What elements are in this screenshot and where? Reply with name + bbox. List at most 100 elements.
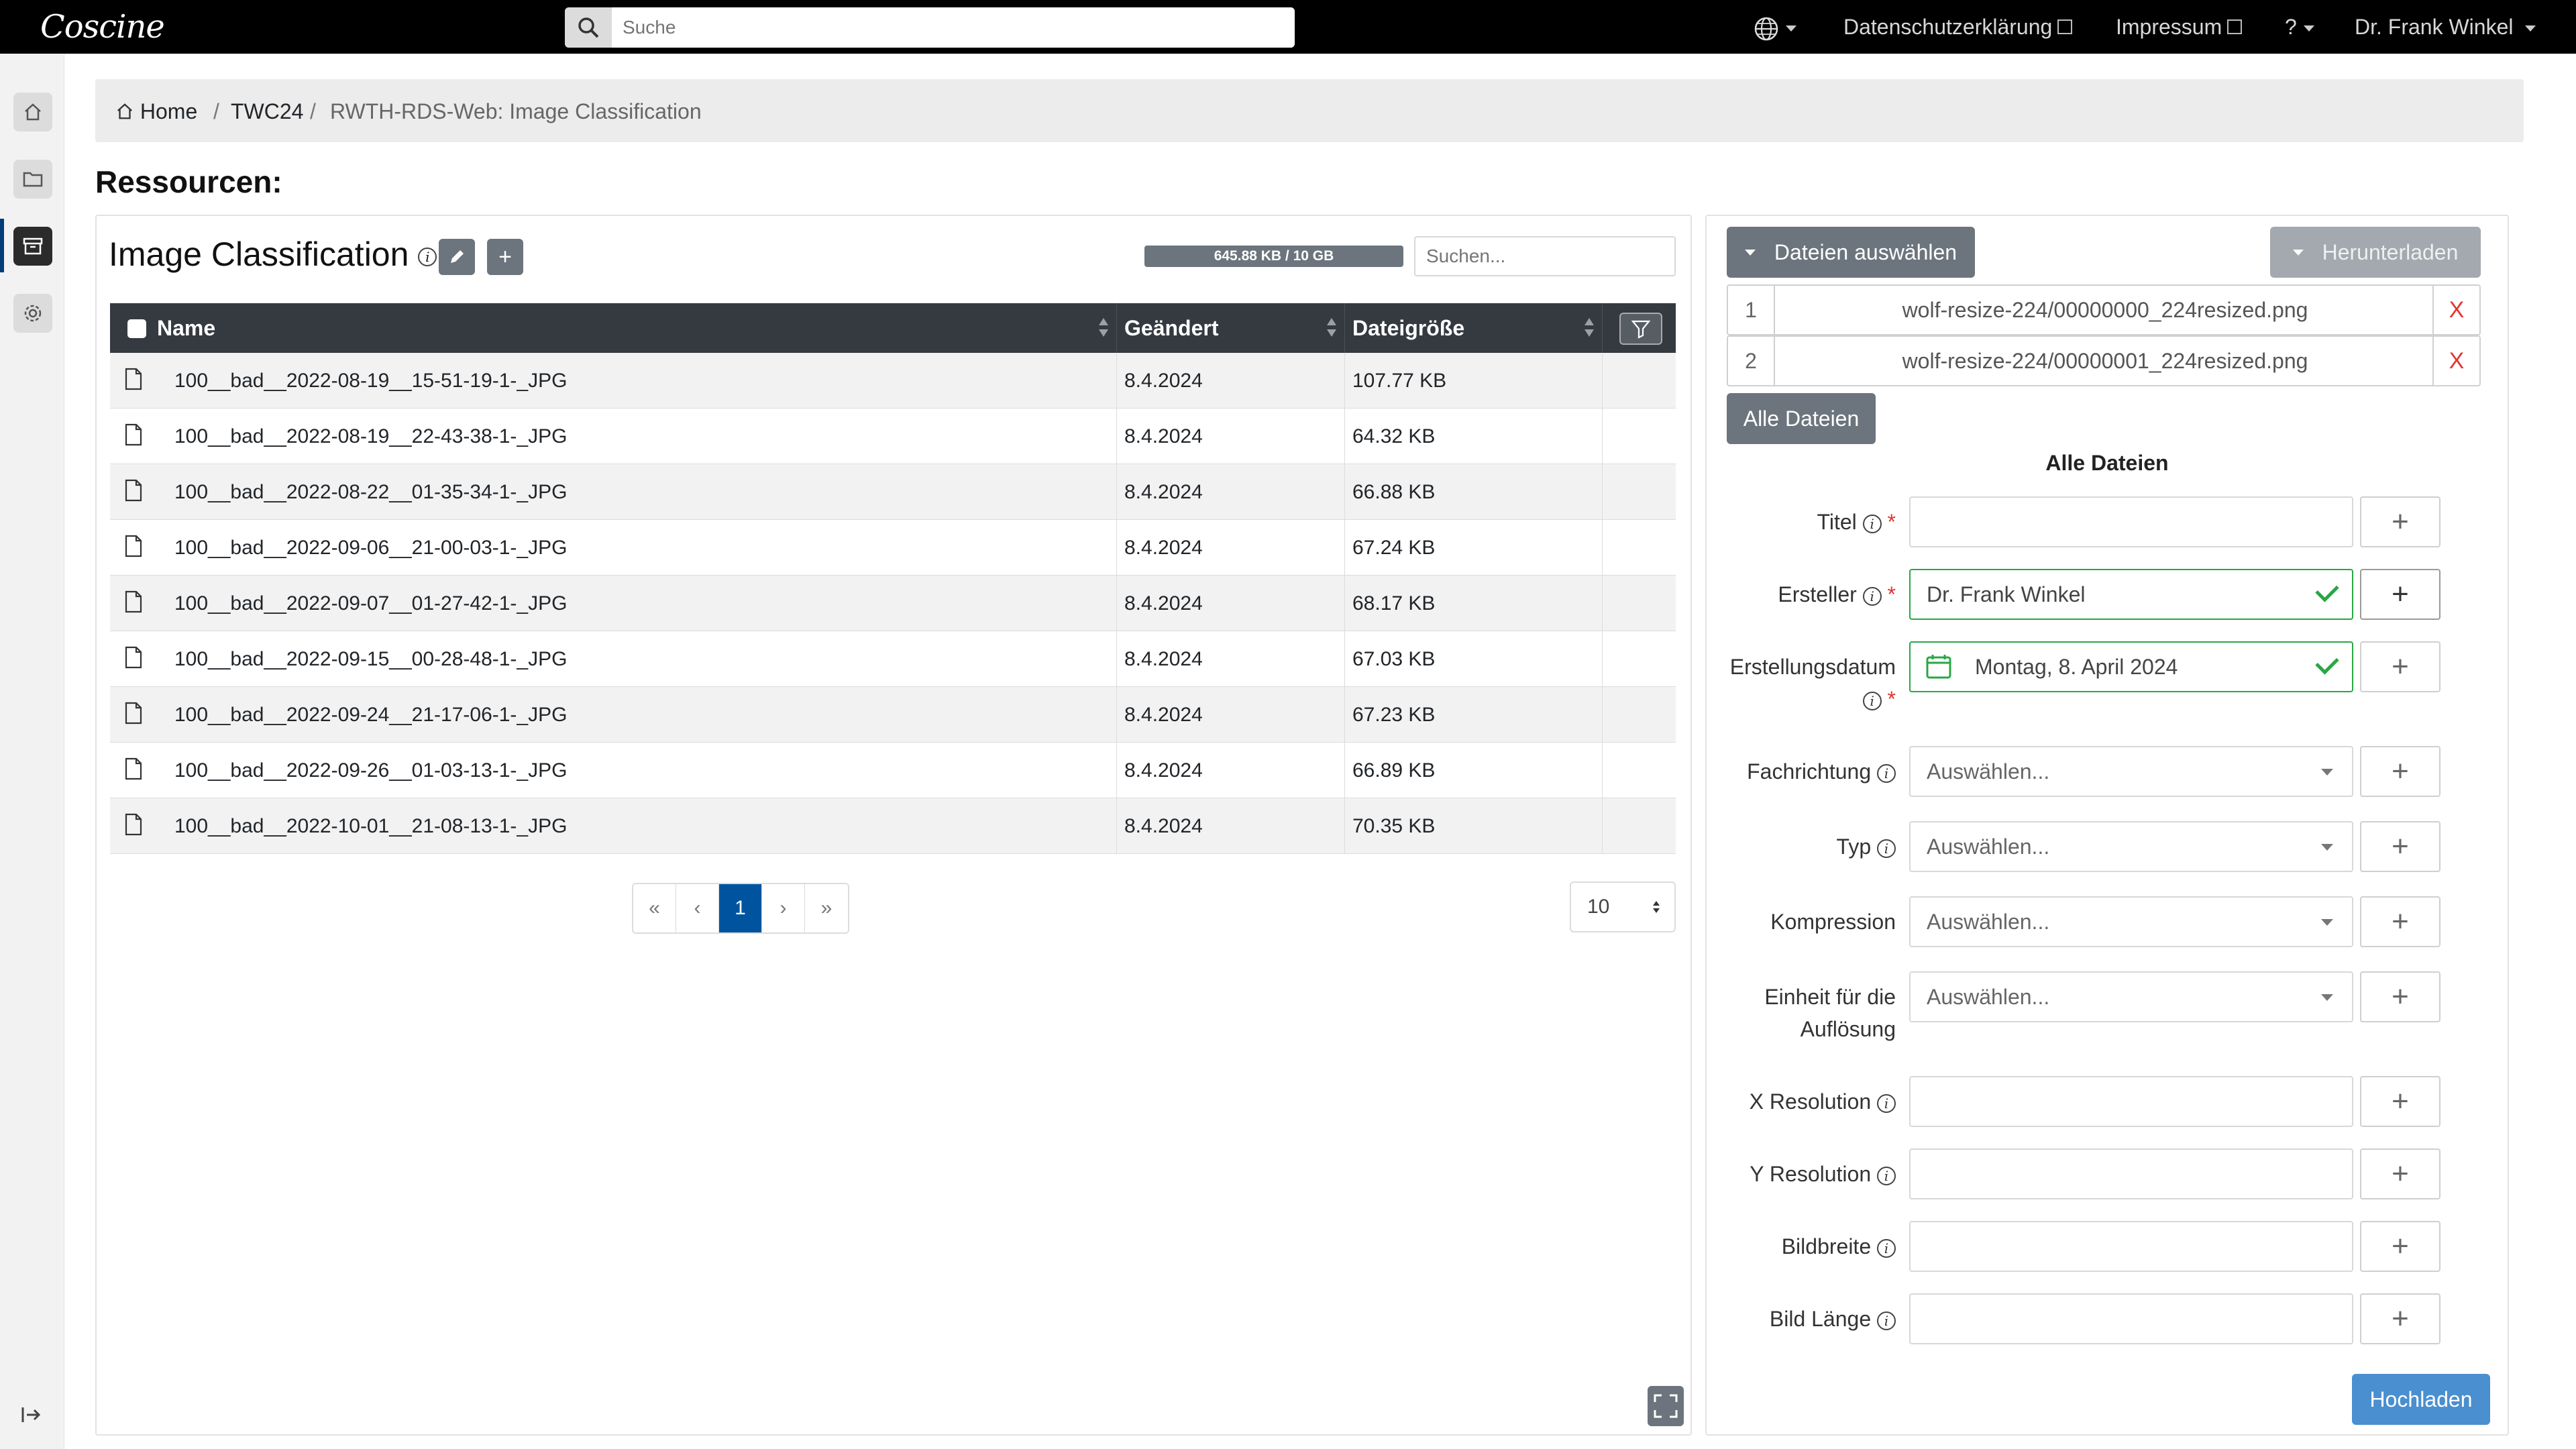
file-name[interactable]: 100__bad__2022-08-19__22-43-38-1-_JPG — [174, 409, 567, 464]
download-button[interactable]: Herunterladen — [2270, 227, 2481, 278]
sort-icon[interactable] — [1585, 317, 1594, 339]
add-ersteller-button[interactable]: + — [2360, 569, 2440, 620]
storage-quota-bar: 645.88 KB / 10 GB — [1144, 246, 1403, 267]
field-label-text: Ersteller — [1778, 582, 1857, 606]
info-icon[interactable]: i — [1877, 839, 1896, 858]
sort-icon[interactable] — [1099, 317, 1108, 339]
help-menu[interactable]: ? — [2285, 9, 2314, 44]
remove-file-button[interactable]: X — [2432, 337, 2479, 385]
table-row[interactable]: 100__bad__2022-08-19__22-43-38-1-_JPG 8.… — [110, 409, 1676, 464]
y-resolution-input[interactable] — [1909, 1148, 2353, 1199]
info-icon[interactable]: i — [1877, 1311, 1896, 1330]
fullscreen-button[interactable] — [1648, 1386, 1684, 1426]
plus-icon: + — [2392, 1157, 2409, 1190]
table-row[interactable]: 100__bad__2022-08-22__01-35-34-1-_JPG 8.… — [110, 464, 1676, 520]
chevron-down-icon — [2525, 25, 2536, 32]
privacy-link[interactable]: Datenschutzerklärung — [1843, 9, 2073, 44]
file-search-input[interactable] — [1414, 236, 1676, 276]
pagination-prev[interactable]: ‹ — [676, 884, 719, 932]
info-icon[interactable]: i — [1877, 763, 1896, 783]
column-header-name[interactable]: Name — [157, 303, 215, 353]
table-row[interactable]: 100__bad__2022-09-07__01-27-42-1-_JPG 8.… — [110, 576, 1676, 631]
add-kompression-button[interactable]: + — [2360, 896, 2440, 947]
user-menu[interactable]: Dr. Frank Winkel — [2355, 9, 2536, 44]
add-y-resolution-button[interactable]: + — [2360, 1148, 2440, 1199]
select-all-checkbox[interactable] — [127, 319, 146, 338]
file-name[interactable]: 100__bad__2022-09-26__01-03-13-1-_JPG — [174, 743, 567, 798]
file-name[interactable]: 100__bad__2022-08-19__15-51-19-1-_JPG — [174, 353, 567, 409]
table-row[interactable]: 100__bad__2022-09-15__00-28-48-1-_JPG 8.… — [110, 631, 1676, 687]
upload-button[interactable]: Hochladen — [2352, 1374, 2490, 1425]
add-titel-button[interactable]: + — [2360, 496, 2440, 547]
info-icon[interactable]: i — [1862, 514, 1882, 533]
select-files-button[interactable]: Dateien auswählen — [1727, 227, 1975, 278]
fachrichtung-select[interactable]: Auswählen... — [1909, 746, 2353, 797]
file-name[interactable]: 100__bad__2022-09-15__00-28-48-1-_JPG — [174, 631, 567, 687]
file-name[interactable]: 100__bad__2022-10-01__21-08-13-1-_JPG — [174, 798, 567, 854]
breadcrumb-project[interactable]: TWC24 — [231, 98, 303, 125]
column-divider — [1602, 409, 1603, 464]
erstellungsdatum-input[interactable]: Montag, 8. April 2024 — [1909, 641, 2353, 692]
add-resource-button[interactable]: + — [487, 239, 523, 275]
file-icon — [125, 702, 142, 724]
all-files-button[interactable]: Alle Dateien — [1727, 393, 1876, 444]
sidebar-item-projects[interactable] — [13, 160, 52, 199]
column-header-modified[interactable]: Geändert — [1124, 303, 1218, 353]
breadcrumb-home[interactable]: Home — [115, 98, 197, 125]
add-fachrichtung-button[interactable]: + — [2360, 746, 2440, 797]
add-bildbreite-button[interactable]: + — [2360, 1221, 2440, 1272]
table-row[interactable]: 100__bad__2022-10-01__21-08-13-1-_JPG 8.… — [110, 798, 1676, 854]
remove-file-button[interactable]: X — [2432, 286, 2479, 334]
info-icon[interactable]: i — [1877, 1238, 1896, 1258]
file-size: 68.17 KB — [1352, 592, 1436, 614]
x-resolution-input[interactable] — [1909, 1076, 2353, 1127]
file-name[interactable]: 100__bad__2022-09-06__21-00-03-1-_JPG — [174, 520, 567, 576]
filter-button[interactable] — [1619, 313, 1662, 345]
add-einheit-aufloesung-button[interactable]: + — [2360, 971, 2440, 1022]
pagination-next[interactable]: › — [762, 884, 805, 932]
column-divider — [1116, 687, 1117, 743]
add-erstellungsdatum-button[interactable]: + — [2360, 641, 2440, 692]
edit-resource-button[interactable] — [439, 239, 475, 275]
search-button[interactable] — [565, 7, 612, 48]
bildbreite-input[interactable] — [1909, 1221, 2353, 1272]
coscine-logo[interactable]: Coscine — [40, 5, 165, 48]
add-typ-button[interactable]: + — [2360, 821, 2440, 872]
column-divider — [1602, 631, 1603, 687]
column-header-size[interactable]: Dateigröße — [1352, 303, 1464, 353]
column-divider — [1116, 409, 1117, 464]
file-name[interactable]: 100__bad__2022-09-24__21-17-06-1-_JPG — [174, 687, 567, 743]
bild-laenge-input[interactable] — [1909, 1293, 2353, 1344]
table-row[interactable]: 100__bad__2022-08-19__15-51-19-1-_JPG 8.… — [110, 353, 1676, 409]
sidebar-item-settings[interactable] — [13, 294, 52, 333]
info-icon[interactable]: i — [418, 247, 437, 266]
imprint-link-label: Impressum — [2116, 15, 2222, 39]
imprint-link[interactable]: Impressum — [2116, 9, 2243, 44]
pagination-first[interactable]: « — [633, 884, 676, 932]
info-icon[interactable]: i — [1877, 1093, 1896, 1113]
kompression-select[interactable]: Auswählen... — [1909, 896, 2353, 947]
table-row[interactable]: 100__bad__2022-09-24__21-17-06-1-_JPG 8.… — [110, 687, 1676, 743]
ersteller-input[interactable]: Dr. Frank Winkel — [1909, 569, 2353, 620]
add-x-resolution-button[interactable]: + — [2360, 1076, 2440, 1127]
pagination-current-page[interactable]: 1 — [719, 884, 762, 932]
add-bild-laenge-button[interactable]: + — [2360, 1293, 2440, 1344]
page-size-select[interactable]: 10 — [1570, 881, 1676, 932]
language-selector[interactable] — [1754, 9, 1796, 44]
einheit-aufloesung-select[interactable]: Auswählen... — [1909, 971, 2353, 1022]
sidebar-expand-button[interactable] — [20, 1405, 43, 1428]
info-icon[interactable]: i — [1877, 1166, 1896, 1185]
table-row[interactable]: 100__bad__2022-09-06__21-00-03-1-_JPG 8.… — [110, 520, 1676, 576]
info-icon[interactable]: i — [1862, 691, 1882, 710]
sidebar-item-home[interactable] — [13, 93, 52, 131]
file-name[interactable]: 100__bad__2022-08-22__01-35-34-1-_JPG — [174, 464, 567, 520]
table-row[interactable]: 100__bad__2022-09-26__01-03-13-1-_JPG 8.… — [110, 743, 1676, 798]
global-search-input[interactable] — [612, 7, 1295, 48]
typ-select[interactable]: Auswählen... — [1909, 821, 2353, 872]
pagination-last[interactable]: » — [805, 884, 848, 932]
info-icon[interactable]: i — [1862, 586, 1882, 606]
file-name[interactable]: 100__bad__2022-09-07__01-27-42-1-_JPG — [174, 576, 567, 631]
sort-icon[interactable] — [1327, 317, 1336, 339]
titel-input[interactable] — [1909, 496, 2353, 547]
sidebar-item-resources[interactable] — [13, 227, 52, 266]
